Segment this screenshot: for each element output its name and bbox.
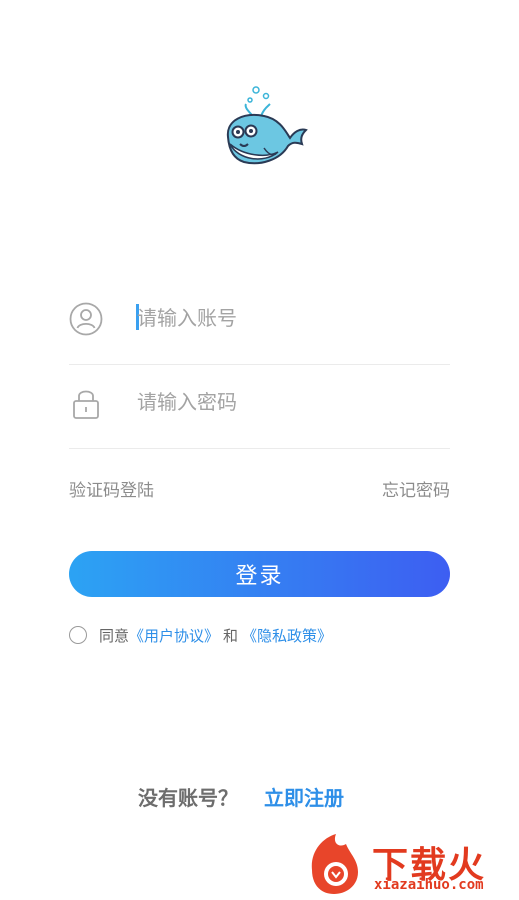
watermark-url: xiazaihuo.com <box>374 877 484 893</box>
password-input[interactable] <box>137 382 437 422</box>
agreement-row: 同意 《用户协议》 和 《隐私政策》 <box>69 624 332 646</box>
whale-logo-icon <box>226 86 308 165</box>
forgot-password-link[interactable]: 忘记密码 <box>382 476 450 501</box>
no-account-text: 没有账号？ <box>138 786 238 810</box>
account-input[interactable] <box>137 298 437 338</box>
agree-and: 和 <box>223 626 239 645</box>
agree-prefix: 同意 <box>99 626 130 645</box>
password-field[interactable] <box>69 364 450 449</box>
sms-login-link[interactable]: 验证码登陆 <box>69 476 154 501</box>
register-row: 没有账号？ 立即注册 <box>138 782 344 811</box>
register-link[interactable]: 立即注册 <box>264 782 344 811</box>
user-agreement-link[interactable]: 《用户协议》 <box>129 625 219 646</box>
privacy-policy-link[interactable]: 《隐私政策》 <box>242 625 332 646</box>
user-icon <box>69 302 103 336</box>
agree-checkbox[interactable] <box>69 626 87 644</box>
account-field[interactable] <box>69 280 450 365</box>
login-button[interactable]: 登录 <box>69 551 450 597</box>
lock-icon <box>73 390 99 419</box>
